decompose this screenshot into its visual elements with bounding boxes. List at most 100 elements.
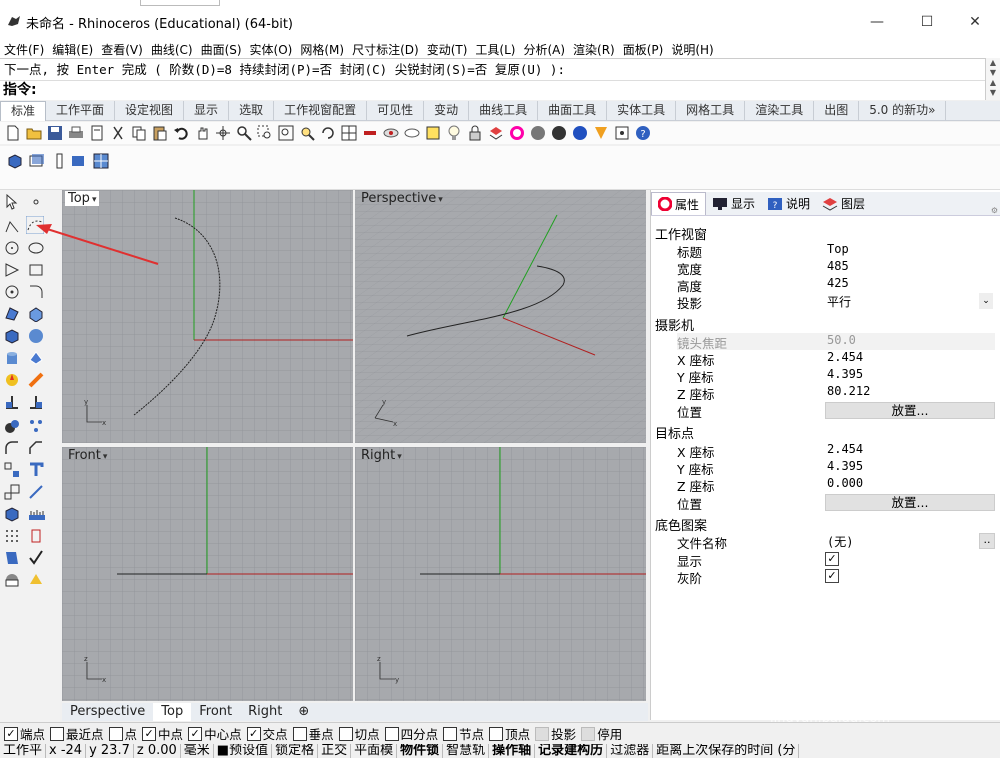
tab-standard[interactable]: 标准 — [0, 101, 47, 121]
target-place-button[interactable]: 放置... — [825, 494, 995, 511]
status-layer[interactable]: ■预设值 — [214, 744, 273, 758]
osnap-vertex[interactable]: 顶点 — [489, 724, 530, 743]
tab-help-panel[interactable]: ? 说明 — [761, 192, 816, 215]
prop-value[interactable]: 2.454 — [827, 442, 863, 456]
tab-cplanes[interactable]: 工作平面 — [46, 101, 116, 121]
osnap-intersection[interactable]: ✓ 交点 — [246, 724, 288, 743]
checkbox[interactable]: ✓ — [142, 726, 157, 741]
layer-icon[interactable] — [487, 124, 505, 142]
prop-value[interactable]: 4.395 — [827, 459, 863, 473]
print-icon[interactable] — [67, 124, 85, 142]
light-bulb-icon[interactable] — [445, 124, 463, 142]
osnap-point[interactable]: 点 — [108, 724, 137, 743]
checkbox[interactable] — [50, 726, 65, 741]
tab-properties[interactable]: 属性 — [651, 192, 707, 215]
viewport-tab-front[interactable]: Front — [191, 703, 240, 721]
viewport-tab-perspective[interactable]: Perspective — [62, 703, 153, 721]
status-ortho[interactable]: 正交 — [318, 744, 352, 758]
select-points-icon[interactable] — [424, 124, 442, 142]
osnap-center[interactable]: ✓ 中心点 — [188, 724, 242, 743]
checkbox[interactable]: ✓ — [188, 726, 203, 741]
bg-gray-checkbox[interactable]: ✓ — [825, 569, 839, 583]
checkbox[interactable] — [489, 726, 504, 741]
panel-options-icon[interactable]: ⚙ — [991, 206, 998, 215]
checkbox[interactable] — [384, 726, 399, 741]
tab-curve-tools[interactable]: 曲线工具 — [469, 101, 539, 121]
checkbox[interactable] — [535, 726, 550, 741]
cut-icon[interactable] — [109, 124, 127, 142]
osnap-project[interactable]: 投影 — [535, 724, 576, 743]
viewport-tab-top[interactable]: Top — [153, 703, 192, 721]
hide-objects-icon[interactable] — [382, 124, 400, 142]
viewport-front-title[interactable]: Front ▾ — [65, 448, 110, 463]
menu-tools[interactable]: 工具(L) — [471, 41, 519, 58]
text-icon[interactable] — [28, 462, 48, 480]
tab-surface-tools[interactable]: 曲面工具 — [538, 101, 608, 121]
viewport-icon[interactable] — [28, 152, 46, 170]
save-icon[interactable] — [46, 124, 64, 142]
tab-transform[interactable]: 变动 — [424, 101, 470, 121]
undo-icon[interactable] — [172, 124, 190, 142]
move-icon[interactable] — [361, 124, 379, 142]
menu-transform[interactable]: 变动(T) — [423, 41, 472, 58]
browse-file-button[interactable]: .. — [979, 533, 995, 549]
viewport-right-title[interactable]: Right ▾ — [358, 448, 405, 463]
menu-file[interactable]: 文件(F) — [0, 41, 48, 58]
chevron-down-icon[interactable]: ⌄ — [979, 293, 993, 309]
viewport-top-title[interactable]: Top ▾ — [65, 191, 100, 206]
solid-box-icon[interactable] — [4, 328, 24, 346]
point-icon[interactable] — [28, 194, 48, 212]
tab-viewport-layout[interactable]: 工作视窗配置 — [274, 101, 368, 121]
viewport-tab-right[interactable]: Right — [240, 703, 290, 721]
tab-drafting[interactable]: 出图 — [814, 101, 860, 121]
checkbox[interactable] — [443, 726, 458, 741]
status-filter[interactable]: 过滤器 — [607, 744, 654, 758]
status-cplane[interactable]: 工作平 — [0, 744, 47, 758]
options-icon[interactable] — [613, 124, 631, 142]
zoom-icon[interactable] — [235, 124, 253, 142]
tab-mesh-tools[interactable]: 网格工具 — [676, 101, 746, 121]
new-file-icon[interactable] — [4, 124, 22, 142]
osnap-disable[interactable]: 停用 — [581, 724, 622, 743]
status-units[interactable]: 毫米 — [181, 744, 214, 758]
render-icon[interactable] — [592, 124, 610, 142]
prop-value[interactable]: 80.212 — [827, 384, 870, 398]
checkbox[interactable] — [581, 726, 596, 741]
zoom-window-icon[interactable] — [256, 124, 274, 142]
undo-view-icon[interactable] — [319, 124, 337, 142]
add-viewport-tab-icon[interactable]: ⊕ — [290, 703, 317, 721]
box-edit-icon[interactable] — [4, 506, 24, 524]
cylinder-icon[interactable] — [4, 350, 24, 368]
chevron-down-icon[interactable]: ▾ — [438, 193, 443, 208]
menu-solid[interactable]: 实体(O) — [246, 41, 297, 58]
explode-icon[interactable] — [4, 372, 24, 390]
viewport-front-canvas[interactable]: z x — [62, 447, 353, 701]
status-gumball[interactable]: 操作轴 — [489, 744, 536, 758]
tab-display[interactable]: 显示 — [184, 101, 230, 121]
osnap-quadrant[interactable]: 四分点 — [384, 724, 438, 743]
tab-select[interactable]: 选取 — [229, 101, 275, 121]
pan-hand-icon[interactable] — [193, 124, 211, 142]
shaded-sphere-icon[interactable] — [529, 124, 547, 142]
document-properties-icon[interactable] — [88, 124, 106, 142]
checkbox[interactable] — [292, 726, 307, 741]
tab-layers-panel[interactable]: 图层 — [816, 192, 871, 215]
gumball-icon[interactable] — [28, 528, 48, 546]
viewport-right-canvas[interactable]: z y — [355, 447, 646, 701]
tab-solid-tools[interactable]: 实体工具 — [607, 101, 677, 121]
ruler-icon[interactable] — [28, 506, 48, 524]
checkbox[interactable] — [338, 726, 353, 741]
sphere-icon[interactable] — [28, 328, 48, 346]
array-icon[interactable] — [4, 462, 24, 480]
status-history[interactable]: 记录建构历 — [535, 744, 608, 758]
extrude-surface-icon[interactable] — [28, 306, 48, 324]
paste-icon[interactable] — [151, 124, 169, 142]
prop-value[interactable]: 0.000 — [827, 476, 863, 490]
osnap-perpendicular[interactable]: 垂点 — [292, 724, 334, 743]
projection-select[interactable]: 平行 — [827, 293, 851, 310]
osnap-knot[interactable]: 节点 — [443, 724, 484, 743]
zoom-selected-icon[interactable] — [298, 124, 316, 142]
open-folder-icon[interactable] — [25, 124, 43, 142]
close-button[interactable]: ✕ — [952, 8, 998, 36]
menu-panels[interactable]: 面板(P) — [619, 41, 668, 58]
